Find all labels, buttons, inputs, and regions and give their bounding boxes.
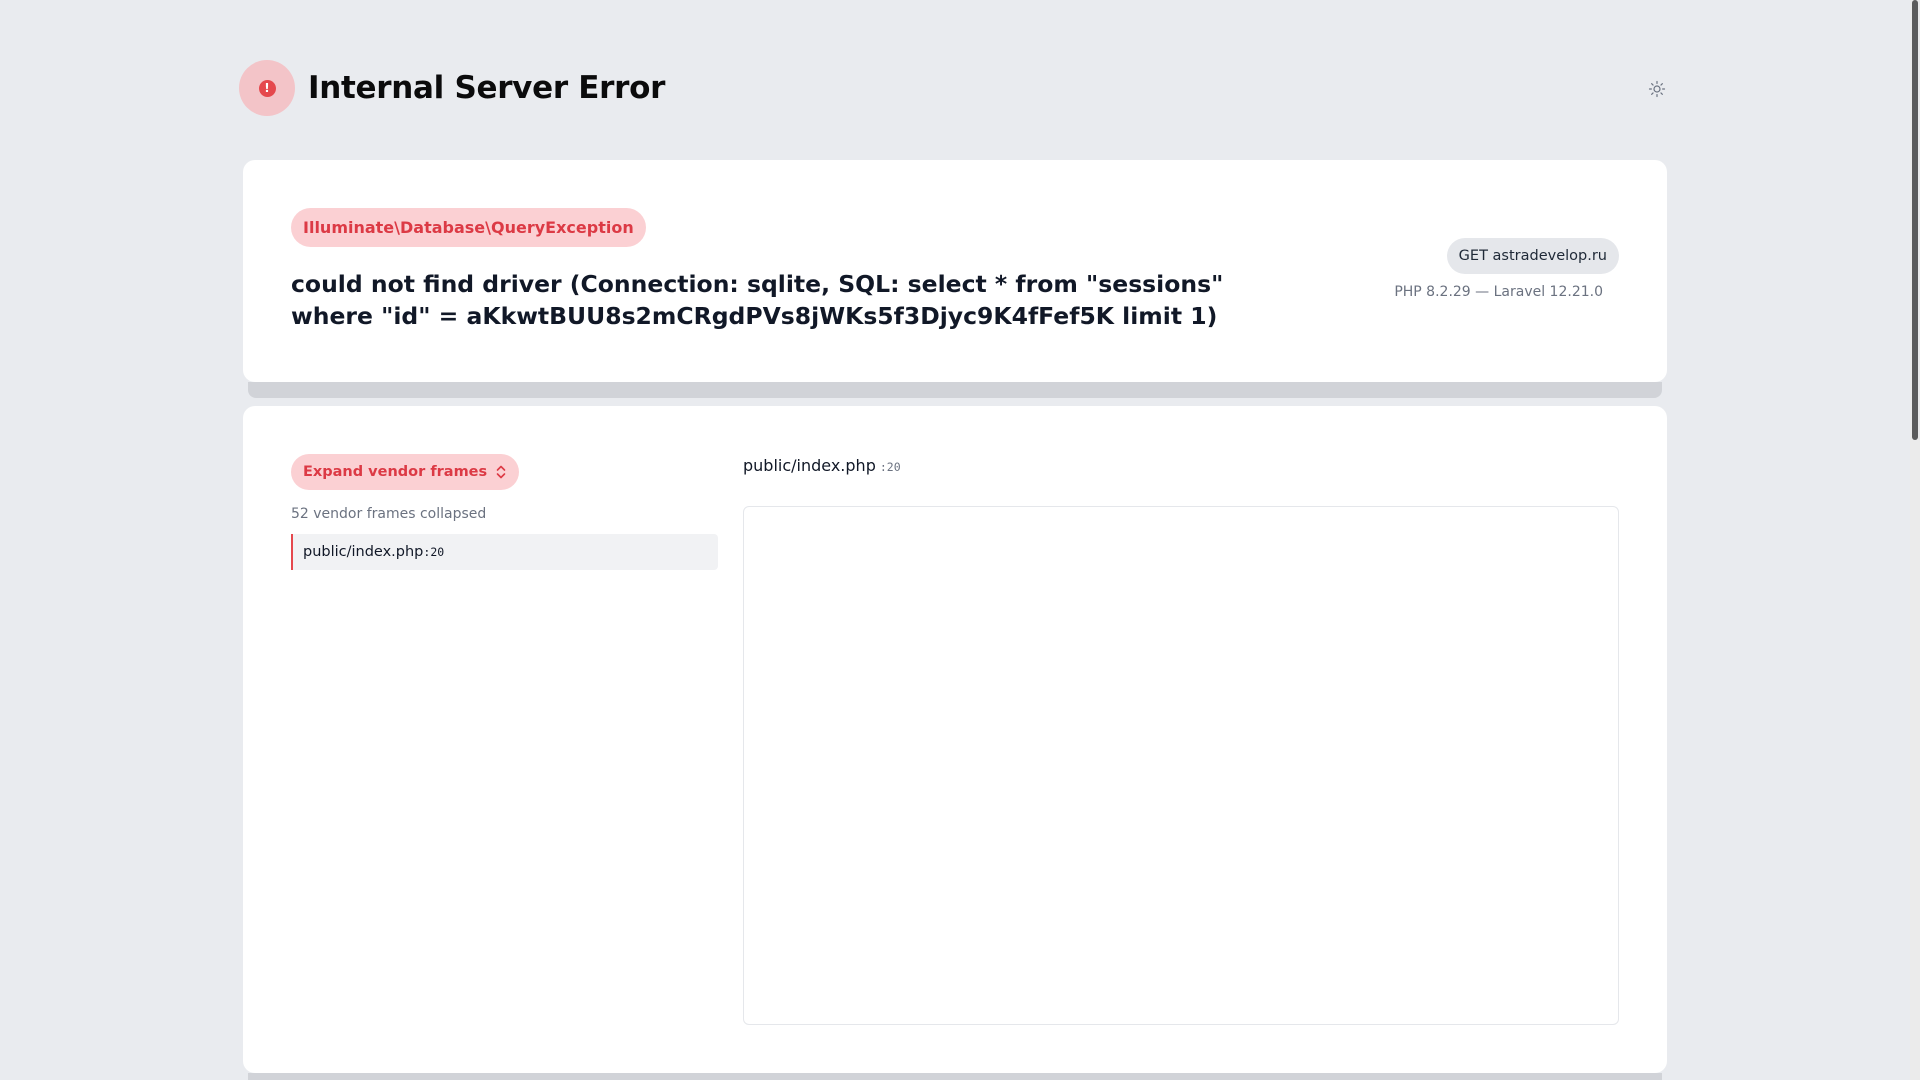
- request-badge: GET astradevelop.ru: [1446, 238, 1619, 274]
- chevron-up-down-icon: [496, 465, 506, 479]
- code-viewer-header: public/index.php:20: [743, 456, 901, 475]
- error-page: ! Internal Server Error Illuminate\Datab…: [0, 0, 1920, 1080]
- frame-line-number: :20: [423, 545, 445, 559]
- card-divider: [248, 1073, 1662, 1080]
- code-file-path: public/index.php: [743, 456, 876, 475]
- version-info: PHP 8.2.29 — Laravel 12.21.0: [1394, 284, 1603, 300]
- exception-card: Illuminate\Database\QueryException could…: [243, 160, 1667, 382]
- stack-trace-card: Expand vendor frames 52 vendor frames co…: [243, 406, 1667, 1073]
- sun-icon: [1648, 80, 1666, 98]
- frame-file: public/index.php: [303, 544, 424, 560]
- exception-class-badge: Illuminate\Database\QueryException: [291, 208, 646, 247]
- page-header: ! Internal Server Error: [239, 60, 665, 116]
- expand-vendor-frames-label: Expand vendor frames: [303, 464, 488, 480]
- vendor-frames-collapsed-note: 52 vendor frames collapsed: [291, 506, 487, 522]
- expand-vendor-frames-button[interactable]: Expand vendor frames: [291, 454, 520, 490]
- page-title: Internal Server Error: [308, 70, 666, 106]
- vertical-scrollbar[interactable]: [1910, 0, 1920, 1080]
- theme-toggle-button[interactable]: [1646, 78, 1668, 100]
- stack-frame-item[interactable]: public/index.php:20: [291, 534, 718, 570]
- exception-message: could not find driver (Connection: sqlit…: [291, 270, 1224, 330]
- card-divider: [248, 382, 1662, 398]
- scrollbar-thumb[interactable]: [1912, 0, 1918, 440]
- exclamation-icon: !: [258, 79, 276, 97]
- code-line-number: :20: [879, 460, 901, 474]
- error-badge: !: [239, 60, 295, 116]
- code-viewer[interactable]: [743, 506, 1619, 1025]
